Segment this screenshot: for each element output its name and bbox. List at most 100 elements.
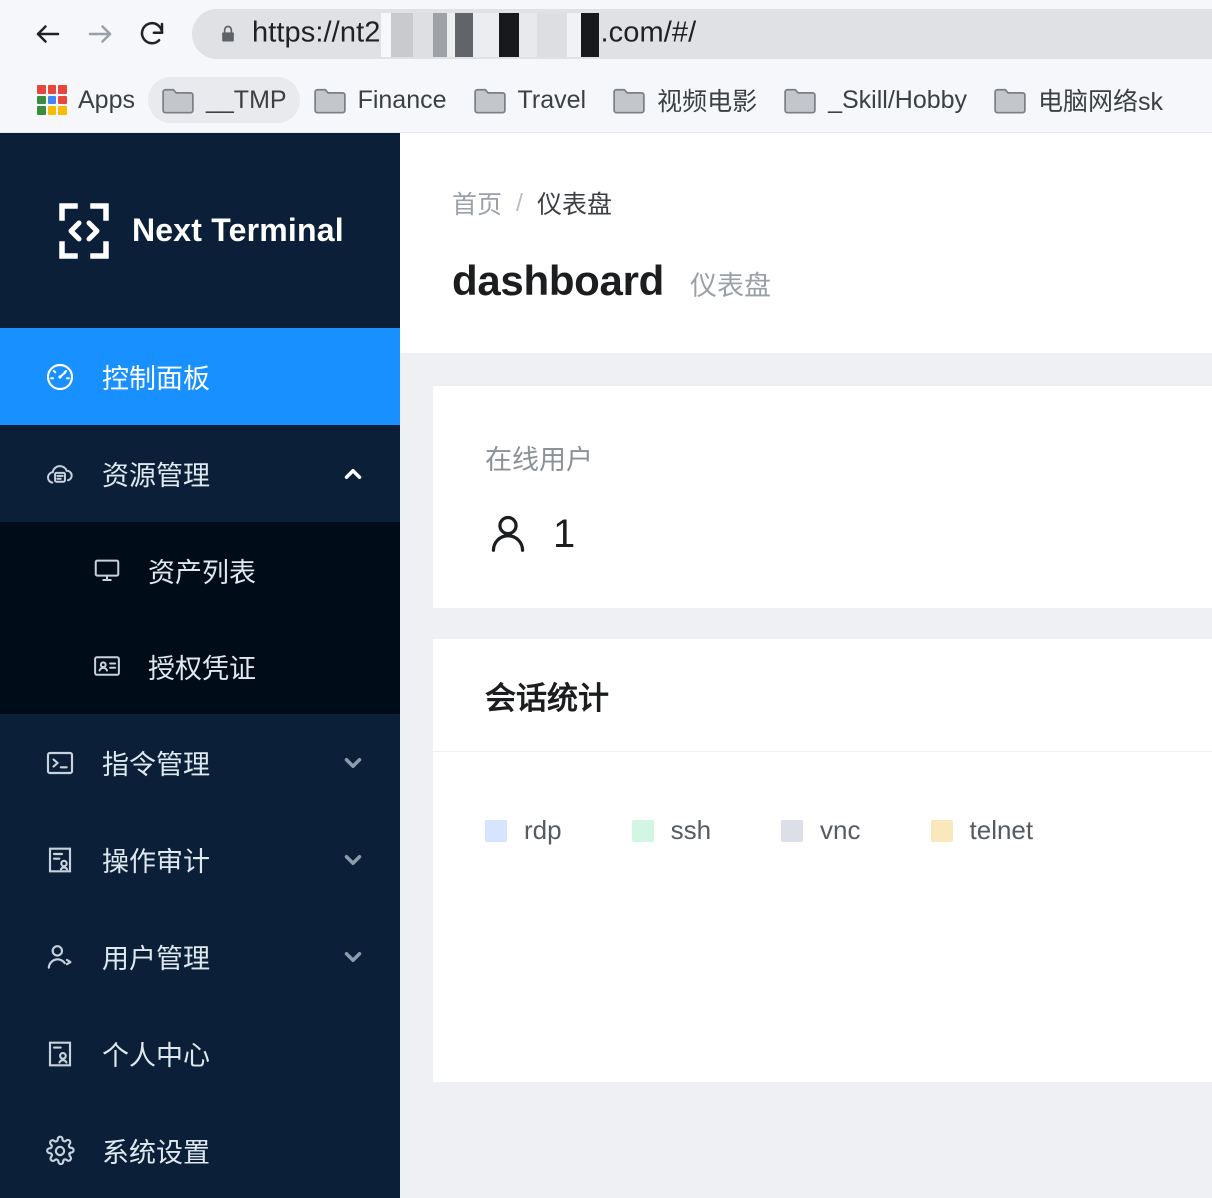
url-text: https://nt2 .com/#/ (252, 12, 697, 57)
sidebar-menu: 控制面板 资源管理 资产列表 授权凭证 指令管理 操作审计 用户管理 个人中心 … (0, 328, 400, 1198)
profile-icon (44, 1038, 76, 1070)
sidebar-item-label: 授权凭证 (148, 653, 256, 684)
bookmark-apps[interactable]: Apps (24, 77, 148, 123)
sidebar-item-label: 资产列表 (148, 557, 256, 588)
legend-label: rdp (524, 815, 562, 845)
chevron-down-icon[interactable] (340, 750, 366, 776)
page-subtitle: 仪表盘 (690, 271, 771, 301)
chart-legend: rdp ssh vnc telnet (433, 752, 1212, 846)
lock-icon (222, 25, 234, 42)
legend-label: telnet (969, 815, 1034, 845)
chevron-down-icon[interactable] (340, 847, 366, 873)
bookmark-computer-network[interactable]: 电脑网络sk (980, 77, 1176, 123)
online-users-value-row: 1 (485, 511, 1212, 557)
chevron-up-icon[interactable] (340, 461, 366, 487)
sidebar-item-label: 操作审计 (102, 847, 210, 877)
back-arrow-icon (36, 25, 60, 43)
page-title-row: dashboard 仪表盘 (452, 257, 1212, 305)
sidebar-item-label: 系统设置 (102, 1138, 210, 1168)
page-title: dashboard (452, 257, 664, 304)
url-suffix: .com/#/ (600, 16, 697, 49)
breadcrumb-separator: / (516, 188, 523, 217)
main-content: 首页 / 仪表盘 dashboard 仪表盘 在线用户 1 会话统计 rdp s… (400, 133, 1212, 1198)
session-statistics-card: 会话统计 rdp ssh vnc telnet (433, 639, 1212, 1082)
sidebar-item-label: 指令管理 (102, 750, 210, 780)
sidebar: Next Terminal 控制面板 资源管理 资产列表 授权凭证 指令管理 操… (0, 133, 400, 1198)
sidebar-item-dashboard[interactable]: 控制面板 (0, 328, 400, 425)
cloud-server-icon (44, 458, 76, 490)
online-users-label: 在线用户 (485, 445, 593, 475)
address-bar[interactable]: https://nt2 .com/#/ (192, 9, 1212, 59)
bookmark-finance[interactable]: Finance (300, 77, 460, 123)
session-statistics-title: 会话统计 (485, 680, 609, 716)
folder-icon (473, 88, 506, 114)
bookmark-skill-hobby[interactable]: _Skill/Hobby (770, 77, 980, 123)
url-redaction-block (381, 13, 600, 57)
reload-icon (140, 21, 164, 45)
id-card-icon (92, 651, 122, 681)
sidebar-item-asset-list[interactable]: 资产列表 (0, 522, 400, 618)
apps-grid-icon (37, 85, 67, 115)
back-button[interactable] (22, 8, 74, 60)
legend-label: ssh (670, 815, 712, 845)
sidebar-item-commands[interactable]: 指令管理 (0, 714, 400, 811)
legend-swatch (631, 819, 654, 842)
bookmark-label: Travel (517, 85, 587, 114)
user-add-icon (44, 941, 76, 973)
audit-icon (44, 844, 76, 876)
legend-item-ssh[interactable]: ssh (631, 815, 712, 846)
legend-label: vnc (820, 815, 861, 845)
bookmark-label: 电脑网络sk (1038, 88, 1164, 116)
sidebar-item-profile[interactable]: 个人中心 (0, 1005, 400, 1102)
reload-button[interactable] (126, 8, 178, 60)
legend-item-vnc[interactable]: vnc (781, 815, 861, 846)
terminal-icon (44, 747, 76, 779)
session-statistics-chart: rdp ssh vnc telnet (433, 752, 1212, 1082)
browser-chrome: https://nt2 .com/#/ Apps __TMP Finance T… (0, 0, 1212, 133)
brand-logo[interactable]: Next Terminal (0, 133, 400, 328)
folder-icon (994, 88, 1026, 114)
bookmarks-bar: Apps __TMP Finance Travel 视频电影 _Skill/Ho… (0, 68, 1212, 133)
sidebar-item-settings[interactable]: 系统设置 (0, 1102, 400, 1198)
bookmark-label: 视频电影 (657, 88, 758, 116)
breadcrumb-home[interactable]: 首页 (452, 185, 502, 221)
bookmark-travel[interactable]: Travel (460, 77, 600, 123)
folder-icon (313, 88, 346, 114)
online-users-count: 1 (553, 511, 576, 556)
bookmark-tmp[interactable]: __TMP (147, 77, 300, 123)
app-shell: Next Terminal 控制面板 资源管理 资产列表 授权凭证 指令管理 操… (0, 133, 1212, 1198)
session-statistics-header: 会话统计 (433, 639, 1212, 752)
url-prefix: https://nt2 (252, 16, 381, 49)
sidebar-item-label: 资源管理 (102, 461, 210, 491)
legend-item-rdp[interactable]: rdp (485, 815, 562, 846)
sidebar-item-credentials[interactable]: 授权凭证 (0, 618, 400, 714)
browser-toolbar: https://nt2 .com/#/ (0, 0, 1212, 68)
legend-swatch (485, 819, 507, 842)
sidebar-item-label: 个人中心 (102, 1041, 210, 1071)
bookmark-video[interactable]: 视频电影 (599, 77, 770, 123)
bookmark-label: _Skill/Hobby (828, 85, 968, 114)
sidebar-item-audit[interactable]: 操作审计 (0, 811, 400, 908)
sidebar-item-label: 用户管理 (102, 944, 210, 974)
folder-icon (784, 88, 816, 114)
brand-name: Next Terminal (132, 212, 344, 248)
sidebar-item-label: 控制面板 (102, 364, 210, 394)
dashboard-gauge-icon (44, 361, 76, 393)
sidebar-item-users[interactable]: 用户管理 (0, 908, 400, 1005)
bookmark-label: Apps (78, 85, 135, 114)
legend-item-telnet[interactable]: telnet (930, 815, 1034, 846)
person-icon (491, 515, 525, 552)
folder-icon (162, 88, 194, 114)
gear-icon (44, 1135, 76, 1167)
monitor-icon (92, 555, 122, 585)
breadcrumb-current: 仪表盘 (536, 191, 612, 219)
legend-swatch (930, 819, 953, 842)
folder-icon (613, 88, 645, 114)
bookmark-label: Finance (357, 85, 447, 114)
forward-button[interactable] (74, 8, 126, 60)
sidebar-item-resources[interactable]: 资源管理 (0, 425, 400, 522)
breadcrumb: 首页 / 仪表盘 (452, 185, 1212, 221)
legend-swatch (781, 819, 804, 842)
code-brackets-logo-icon (59, 202, 109, 259)
chevron-down-icon[interactable] (340, 944, 366, 970)
